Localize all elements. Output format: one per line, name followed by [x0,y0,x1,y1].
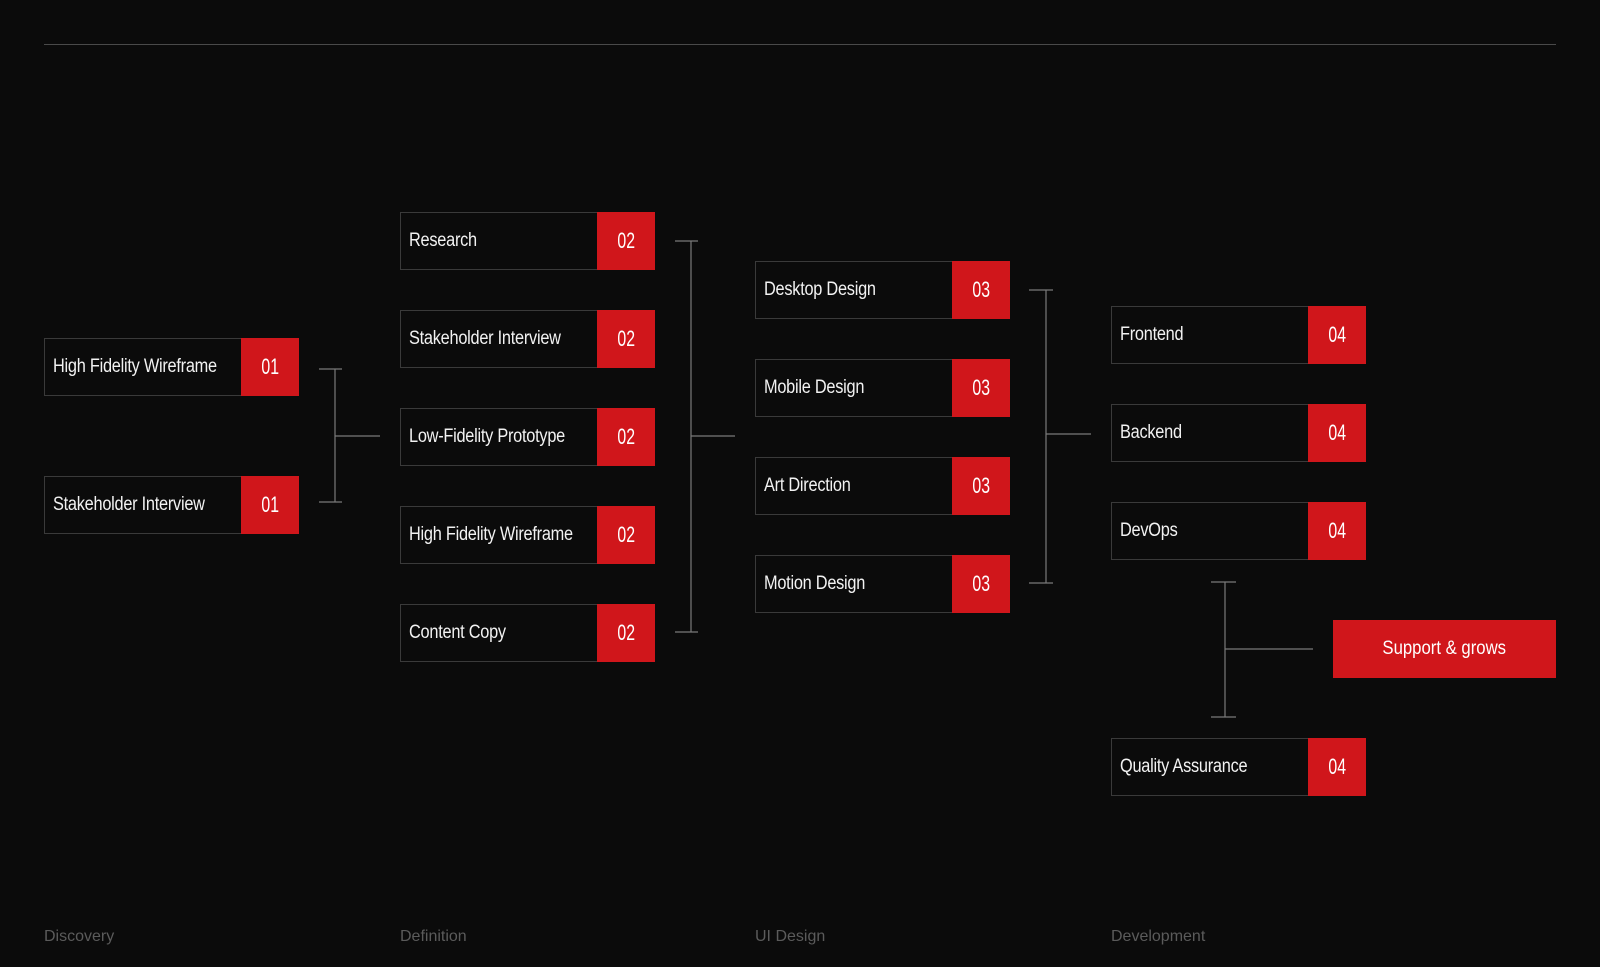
node-label: High Fidelity Wireframe [409,524,573,545]
node-label: Motion Design [764,573,866,594]
node-label: Frontend [1120,324,1184,345]
step-badge: 03 [952,261,1010,319]
definition-node[interactable]: Stakeholder Interview 02 [400,310,655,368]
development-node[interactable]: Backend 04 [1111,404,1366,462]
step-badge: 02 [597,506,655,564]
node-label: Stakeholder Interview [53,494,205,515]
step-badge: 04 [1308,738,1366,796]
process-diagram: High Fidelity Wireframe 01 Stakeholder I… [0,0,1600,967]
definition-node[interactable]: High Fidelity Wireframe 02 [400,506,655,564]
definition-node[interactable]: Low-Fidelity Prototype 02 [400,408,655,466]
step-badge: 02 [597,212,655,270]
node-label: Low-Fidelity Prototype [409,426,565,447]
node-label: Mobile Design [764,377,865,398]
node-label: Art Direction [764,475,851,496]
step-badge: 01 [241,476,299,534]
step-badge: 03 [952,359,1010,417]
development-node[interactable]: Frontend 04 [1111,306,1366,364]
step-badge: 02 [597,408,655,466]
node-label: Backend [1120,422,1182,443]
step-badge: 03 [952,555,1010,613]
step-badge: 03 [952,457,1010,515]
node-label: Quality Assurance [1120,756,1248,777]
ui-design-node[interactable]: Desktop Design 03 [755,261,1010,319]
step-badge: 02 [597,604,655,662]
definition-node[interactable]: Research 02 [400,212,655,270]
support-grows-button[interactable]: Support & grows [1333,620,1556,678]
support-grows-label: Support & grows [1382,638,1507,659]
step-badge: 02 [597,310,655,368]
discovery-node[interactable]: High Fidelity Wireframe 01 [44,338,299,396]
node-label: DevOps [1120,520,1178,541]
ui-design-node[interactable]: Mobile Design 03 [755,359,1010,417]
phase-label-definition: Definition [400,928,467,945]
node-label: Content Copy [409,622,506,643]
step-badge: 01 [241,338,299,396]
phase-label-discovery: Discovery [44,928,115,945]
step-badge: 04 [1308,404,1366,462]
definition-node[interactable]: Content Copy 02 [400,604,655,662]
node-label: High Fidelity Wireframe [53,356,217,377]
node-label: Stakeholder Interview [409,328,561,349]
ui-design-node[interactable]: Art Direction 03 [755,457,1010,515]
phase-label-ui-design: UI Design [755,928,826,945]
development-node[interactable]: DevOps 04 [1111,502,1366,560]
discovery-node[interactable]: Stakeholder Interview 01 [44,476,299,534]
ui-design-node[interactable]: Motion Design 03 [755,555,1010,613]
phase-label-development: Development [1111,928,1206,945]
node-label: Desktop Design [764,279,876,300]
node-label: Research [409,230,477,251]
development-node[interactable]: Quality Assurance 04 [1111,738,1366,796]
step-badge: 04 [1308,306,1366,364]
step-badge: 04 [1308,502,1366,560]
